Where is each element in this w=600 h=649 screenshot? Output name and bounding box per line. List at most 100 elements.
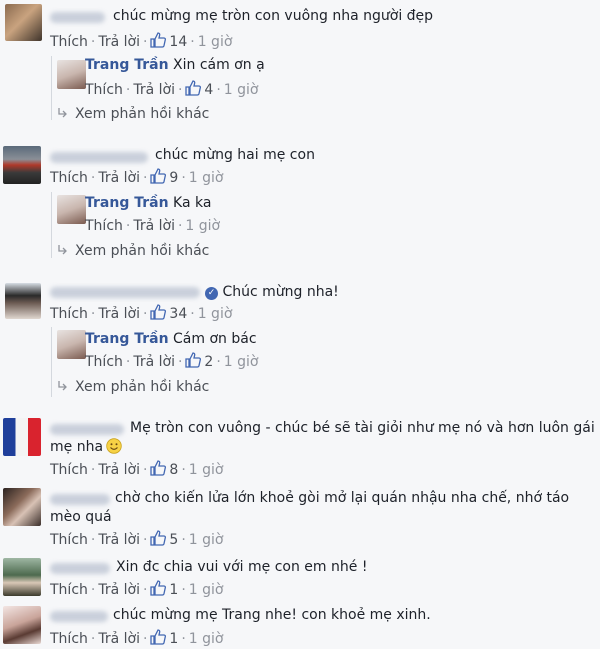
comment-actions: Thích · Trả lời · 8 · 1 giờ <box>50 460 224 479</box>
separator: · <box>142 582 148 598</box>
avatar[interactable] <box>5 4 42 41</box>
comment-text-line1: chờ cho kiến lửa lớn khoẻ gòi mở lại quá… <box>115 490 570 506</box>
reply-thread-line <box>51 56 52 120</box>
more-replies-label[interactable]: Xem phản hồi khác <box>75 379 209 395</box>
like-link[interactable]: Thích <box>50 630 88 648</box>
separator: · <box>190 306 195 322</box>
commenter-name-blurred[interactable] <box>50 563 110 574</box>
like-count[interactable]: 5 <box>169 531 178 549</box>
separator: · <box>142 462 148 478</box>
like-count[interactable]: 4 <box>204 81 213 99</box>
separator: · <box>125 354 131 370</box>
more-replies-link[interactable]: Xem phản hồi khác <box>57 378 209 396</box>
separator: · <box>125 82 131 98</box>
reply-link[interactable]: Trả lời <box>133 217 175 235</box>
thumbs-up-icon[interactable] <box>185 352 202 368</box>
like-count[interactable]: 2 <box>204 353 213 371</box>
reply-link[interactable]: Trả lời <box>133 81 175 99</box>
like-link[interactable]: Thích <box>50 33 88 51</box>
thumbs-up-icon[interactable] <box>150 460 167 476</box>
commenter-name-blurred[interactable] <box>50 424 124 435</box>
timestamp[interactable]: 1 giờ <box>189 169 224 187</box>
timestamp[interactable]: 1 giờ <box>189 630 224 648</box>
reply-thread-line <box>51 192 52 258</box>
timestamp[interactable]: 1 giờ <box>224 353 259 371</box>
like-count[interactable]: 14 <box>169 33 187 51</box>
timestamp[interactable]: 1 giờ <box>189 581 224 599</box>
reply-author[interactable]: Trang Trần <box>85 331 169 347</box>
thumbs-up-icon[interactable] <box>150 32 167 48</box>
reply-link[interactable]: Trả lời <box>133 353 175 371</box>
timestamp[interactable]: 1 giờ <box>224 81 259 99</box>
timestamp[interactable]: 1 giờ <box>189 461 224 479</box>
more-replies-label[interactable]: Xem phản hồi khác <box>75 243 209 259</box>
reply-avatar[interactable] <box>57 60 86 89</box>
reply-link[interactable]: Trả lời <box>98 461 140 479</box>
avatar[interactable] <box>3 558 41 596</box>
reply-link[interactable]: Trả lời <box>98 630 140 648</box>
like-link[interactable]: Thích <box>85 353 123 371</box>
thumbs-up-icon[interactable] <box>150 304 167 320</box>
like-link[interactable]: Thích <box>50 531 88 549</box>
like-count[interactable]: 1 <box>169 581 178 599</box>
timestamp[interactable]: 1 giờ <box>185 217 220 235</box>
like-link[interactable]: Thích <box>50 581 88 599</box>
commenter-name-blurred[interactable] <box>50 152 148 163</box>
commenter-name-blurred[interactable] <box>50 287 200 298</box>
avatar[interactable] <box>3 488 41 526</box>
reply-text: Ka ka <box>173 195 212 211</box>
avatar[interactable] <box>5 283 41 319</box>
comment-actions: Thích · Trả lời · 34 · 1 giờ <box>50 304 232 323</box>
more-replies-link[interactable]: Xem phản hồi khác <box>57 105 209 123</box>
timestamp[interactable]: 1 giờ <box>198 305 233 323</box>
reply-author[interactable]: Trang Trần <box>85 57 169 73</box>
commenter-name-blurred[interactable] <box>50 611 108 622</box>
thumbs-up-icon[interactable] <box>150 629 167 645</box>
thumbs-up-icon[interactable] <box>185 80 202 96</box>
like-link[interactable]: Thích <box>85 217 123 235</box>
separator: · <box>216 82 221 98</box>
comment-text: Xin đc chia vui với mẹ con em nhé ! <box>116 559 368 575</box>
timestamp[interactable]: 1 giờ <box>189 531 224 549</box>
comment-actions: Thích · Trả lời · 14 · 1 giờ <box>50 32 232 51</box>
like-count[interactable]: 34 <box>169 305 187 323</box>
more-replies-link[interactable]: Xem phản hồi khác <box>57 242 209 260</box>
commenter-name-blurred[interactable] <box>50 494 110 505</box>
comment: chờ cho kiến lửa lớn khoẻ gòi mở lại quá… <box>0 485 600 549</box>
more-replies-label[interactable]: Xem phản hồi khác <box>75 106 209 122</box>
reply-link[interactable]: Trả lời <box>98 33 140 51</box>
like-link[interactable]: Thích <box>85 81 123 99</box>
reply-link[interactable]: Trả lời <box>98 169 140 187</box>
thumbs-up-icon[interactable] <box>150 580 167 596</box>
reply-avatar[interactable] <box>57 195 86 224</box>
thumbs-up-icon[interactable] <box>150 530 167 546</box>
reply-link[interactable]: Trả lời <box>98 305 140 323</box>
avatar[interactable] <box>3 606 41 644</box>
like-link[interactable]: Thích <box>50 305 88 323</box>
like-count[interactable]: 1 <box>169 630 178 648</box>
separator: · <box>190 34 195 50</box>
separator: · <box>142 532 148 548</box>
commenter-name-blurred[interactable] <box>50 12 105 23</box>
timestamp[interactable]: 1 giờ <box>198 33 233 51</box>
reply-text-line: Trang Trần Cám ơn bác <box>85 329 257 350</box>
avatar[interactable] <box>3 146 41 184</box>
like-link[interactable]: Thích <box>50 461 88 479</box>
reply-avatar[interactable] <box>57 330 86 359</box>
reply-thread-line <box>51 327 52 397</box>
reply-link[interactable]: Trả lời <box>98 531 140 549</box>
reply-author[interactable]: Trang Trần <box>85 195 169 211</box>
separator: · <box>216 354 221 370</box>
separator: · <box>90 582 96 598</box>
reply-arrow-icon <box>58 381 67 391</box>
comment: ✓ Chúc mừng nha! Thích · Trả lời · 34 · 1 giờ … <box>0 277 600 402</box>
like-link[interactable]: Thích <box>50 169 88 187</box>
comment-text-line2: mèo quá <box>50 509 112 525</box>
thumbs-up-icon[interactable] <box>150 168 167 184</box>
separator: · <box>90 306 96 322</box>
reply-link[interactable]: Trả lời <box>98 581 140 599</box>
like-count[interactable]: 8 <box>169 461 178 479</box>
comment-text-line2: mẹ nha <box>50 437 122 458</box>
avatar[interactable] <box>3 418 41 456</box>
like-count[interactable]: 9 <box>169 169 178 187</box>
